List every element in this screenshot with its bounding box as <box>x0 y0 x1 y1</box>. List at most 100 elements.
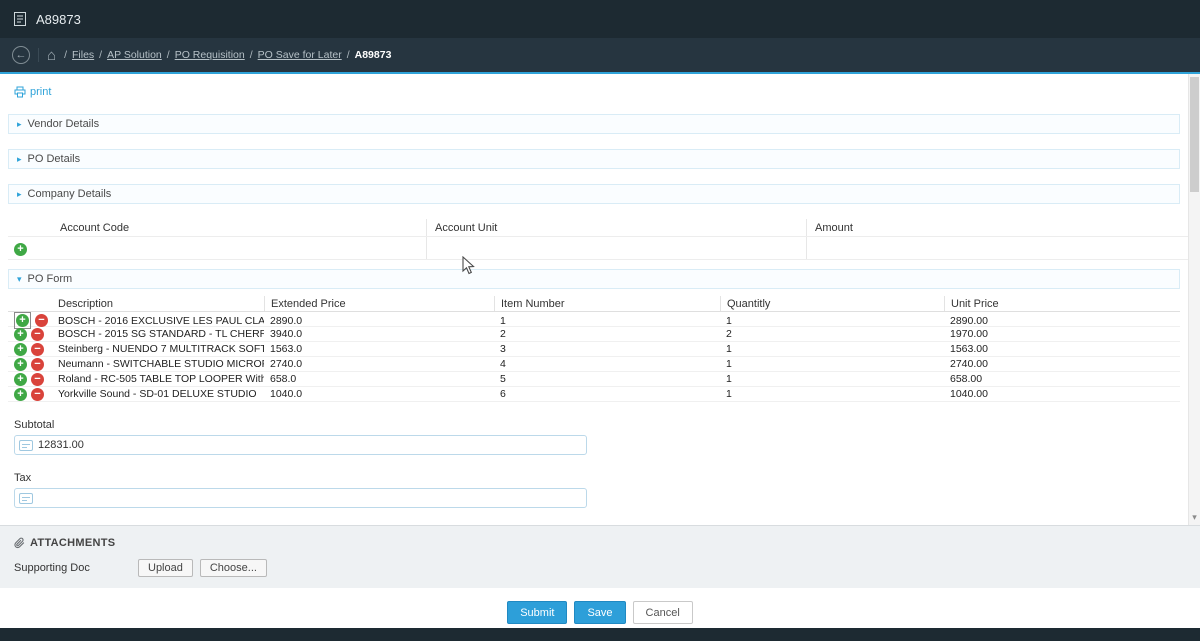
add-row-button[interactable]: + <box>14 358 27 371</box>
extended-price-cell: 2740.0 <box>264 358 494 370</box>
add-row-button[interactable]: + <box>14 373 27 386</box>
subtotal-fieldbox <box>14 435 587 455</box>
item-number-cell: 3 <box>494 343 720 355</box>
item-number-cell: 6 <box>494 388 720 400</box>
quantity-header: Quantitly <box>720 296 944 311</box>
po-table-row: + − Yorkville Sound - SD-01 DELUXE STUDI… <box>8 387 1180 402</box>
print-button[interactable]: print <box>14 86 51 98</box>
action-bar: Submit Save Cancel <box>0 588 1200 628</box>
remove-row-button[interactable]: − <box>31 328 44 341</box>
panel-company-details-label: Company Details <box>28 188 112 200</box>
extended-price-header: Extended Price <box>264 296 494 311</box>
numeric-field-icon <box>19 440 33 451</box>
breadcrumb-bar: ← ⌂ / Files / AP Solution / PO Requisiti… <box>0 38 1200 74</box>
choose-file-button[interactable]: Choose... <box>200 559 267 577</box>
cancel-button[interactable]: Cancel <box>633 601 693 624</box>
print-label: print <box>30 86 51 98</box>
submit-button[interactable]: Submit <box>507 601 567 624</box>
breadcrumb-link-po-requisition[interactable]: PO Requisition <box>175 49 245 61</box>
paperclip-icon <box>14 537 25 549</box>
account-table: Account Code Account Unit Amount + <box>8 219 1192 260</box>
breadcrumb-link-po-save-for-later[interactable]: PO Save for Later <box>258 49 342 61</box>
description-cell: BOSCH - 2015 SG STANDARD - TL CHERRY Ser… <box>52 328 264 340</box>
unit-price-cell: 2740.00 <box>944 358 1180 370</box>
breadcrumb: / Files / AP Solution / PO Requisition /… <box>64 49 391 61</box>
add-row-button[interactable]: + <box>16 314 29 327</box>
tax-fieldbox <box>14 488 587 508</box>
unit-price-cell: 2890.00 <box>944 315 1180 327</box>
description-cell: Steinberg - NUENDO 7 MULTITRACK SOFTWARE… <box>52 343 264 355</box>
po-table-row: + − BOSCH - 2015 SG STANDARD - TL CHERRY… <box>8 327 1180 342</box>
breadcrumb-link-files[interactable]: Files <box>72 49 94 61</box>
scrollbar-down-arrow[interactable]: ▾ <box>1189 512 1200 523</box>
breadcrumb-separator: / <box>347 49 350 61</box>
amount-header: Amount <box>806 219 1192 236</box>
breadcrumb-separator: / <box>167 49 170 61</box>
extended-price-cell: 658.0 <box>264 373 494 385</box>
quantity-cell: 1 <box>720 388 944 400</box>
subtotal-label: Subtotal <box>14 419 1200 431</box>
account-unit-cell[interactable] <box>426 237 806 259</box>
panel-vendor-details[interactable]: ▸ Vendor Details <box>8 114 1180 134</box>
extended-price-cell: 3940.0 <box>264 328 494 340</box>
account-header-spacer <box>8 219 52 236</box>
scrollbar[interactable]: ▾ <box>1188 74 1200 525</box>
add-row-button[interactable]: + <box>14 388 27 401</box>
upload-button[interactable]: Upload <box>138 559 193 577</box>
remove-row-button[interactable]: − <box>31 373 44 386</box>
back-button[interactable]: ← <box>12 46 30 64</box>
panel-company-details[interactable]: ▸ Company Details <box>8 184 1180 204</box>
po-table-row: + − BOSCH - 2016 EXCLUSIVE LES PAUL CLAS… <box>8 312 1180 327</box>
po-table-row: + − Roland - RC-505 TABLE TOP LOOPER Wit… <box>8 372 1180 387</box>
scrollbar-thumb[interactable] <box>1190 77 1199 192</box>
po-items-table: Description Extended Price Item Number Q… <box>8 296 1180 402</box>
panel-po-form[interactable]: ▾ PO Form <box>8 269 1180 289</box>
tax-input[interactable] <box>38 492 586 504</box>
po-table-row: + − Steinberg - NUENDO 7 MULTITRACK SOFT… <box>8 342 1180 357</box>
unit-price-cell: 1040.00 <box>944 388 1180 400</box>
remove-row-button[interactable]: − <box>35 314 48 327</box>
item-number-header: Item Number <box>494 296 720 311</box>
item-number-cell: 1 <box>494 315 720 327</box>
attachments-title: ATTACHMENTS <box>30 537 115 549</box>
unit-price-cell: 658.00 <box>944 373 1180 385</box>
tax-label: Tax <box>14 472 1200 484</box>
breadcrumb-current: A89873 <box>355 49 392 61</box>
chevron-right-icon: ▸ <box>17 155 22 164</box>
quantity-cell: 1 <box>720 343 944 355</box>
numeric-field-icon <box>19 493 33 504</box>
breadcrumb-link-ap-solution[interactable]: AP Solution <box>107 49 162 61</box>
remove-row-button[interactable]: − <box>31 343 44 356</box>
account-code-cell[interactable] <box>52 237 426 259</box>
save-button[interactable]: Save <box>574 601 625 624</box>
back-arrow-icon: ← <box>16 49 27 61</box>
po-table-row: + − Neumann - SWITCHABLE STUDIO MICROPHO… <box>8 357 1180 372</box>
home-button[interactable]: ⌂ <box>47 48 56 63</box>
add-account-row-button[interactable]: + <box>14 243 27 256</box>
extended-price-cell: 1563.0 <box>264 343 494 355</box>
account-table-empty-row: + <box>8 237 1192 259</box>
amount-cell[interactable] <box>806 237 1192 259</box>
description-cell: Yorkville Sound - SD-01 DELUXE STUDIO <box>52 388 264 400</box>
remove-row-button[interactable]: − <box>31 388 44 401</box>
description-cell: BOSCH - 2016 EXCLUSIVE LES PAUL CLASSIC … <box>52 315 264 327</box>
document-icon <box>12 11 28 27</box>
supporting-doc-label: Supporting Doc <box>14 562 138 574</box>
add-row-button[interactable]: + <box>14 343 27 356</box>
home-icon: ⌂ <box>47 47 56 64</box>
add-row-button[interactable]: + <box>14 328 27 341</box>
chevron-right-icon: ▸ <box>17 190 22 199</box>
supporting-doc-row: Supporting Doc Upload Choose... <box>14 559 1200 577</box>
account-table-header: Account Code Account Unit Amount <box>8 219 1192 237</box>
subtotal-input[interactable] <box>38 439 586 451</box>
divider <box>38 48 39 62</box>
top-header: A89873 <box>0 0 1200 38</box>
panel-vendor-details-label: Vendor Details <box>28 118 100 130</box>
chevron-right-icon: ▸ <box>17 120 22 129</box>
quantity-cell: 1 <box>720 358 944 370</box>
unit-price-cell: 1563.00 <box>944 343 1180 355</box>
panel-po-details-label: PO Details <box>28 153 81 165</box>
panel-po-details[interactable]: ▸ PO Details <box>8 149 1180 169</box>
remove-row-button[interactable]: − <box>31 358 44 371</box>
quantity-cell: 2 <box>720 328 944 340</box>
